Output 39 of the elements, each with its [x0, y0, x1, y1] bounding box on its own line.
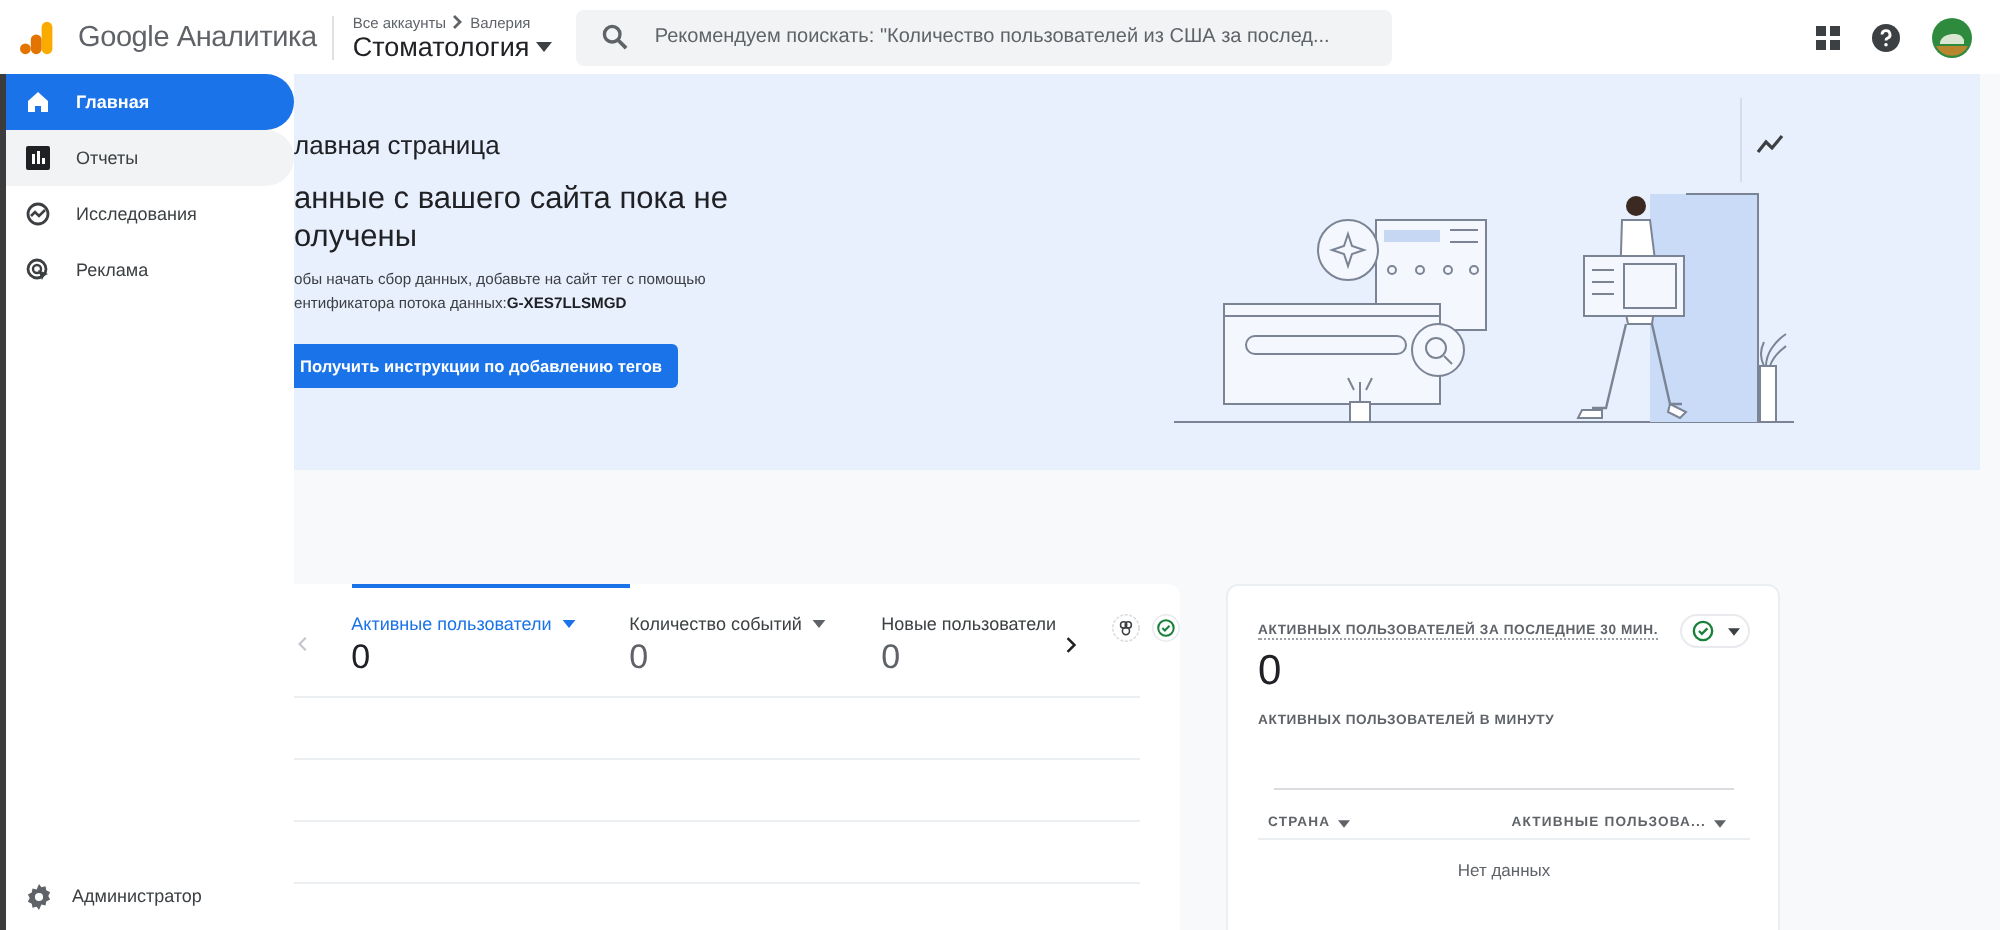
empty-message: Нет данных	[1455, 860, 1553, 880]
chevron-right-icon[interactable]	[1065, 634, 1077, 656]
page-title: лавная страница	[294, 130, 502, 160]
caret-icon	[535, 41, 552, 51]
help-icon[interactable]	[1872, 23, 1900, 51]
chevron-icon	[452, 14, 465, 30]
explore-icon	[26, 202, 50, 226]
check-circle-icon	[1691, 620, 1713, 642]
metric-tab[interactable]: Количество событий 0	[629, 584, 882, 678]
admin-link[interactable]: Администратор	[6, 868, 294, 924]
heading-line: анные с вашего сайта пока не	[294, 180, 730, 218]
bar-chart-icon	[26, 146, 50, 170]
heading-line: олучены	[294, 218, 419, 256]
search-field[interactable]: Рекомендуем поискать: "Количество пользователей из США за послед...	[576, 9, 1393, 65]
caret-icon	[811, 620, 826, 628]
settings-icon	[26, 883, 52, 909]
product-name: Google Аналитика	[78, 21, 317, 53]
trend-icon[interactable]	[1756, 134, 1786, 154]
caret-icon	[561, 620, 576, 628]
metric-tab[interactable]: Новые пользователи 0	[881, 584, 1134, 678]
nav-item[interactable]: Исследования	[6, 186, 294, 242]
tag-instructions-button[interactable]: Получить инструкции по добавлению тегов	[294, 344, 679, 388]
property-selector[interactable]: Стоматология	[352, 31, 559, 61]
status-dropdown[interactable]	[1680, 614, 1750, 648]
caret-icon	[1338, 819, 1351, 827]
nav-item[interactable]: Реклама	[6, 242, 294, 298]
realtime-value: 0	[1258, 650, 1284, 694]
caret-icon	[1727, 627, 1739, 635]
apps-icon[interactable]	[1816, 25, 1840, 49]
nav-item[interactable]: Отчеты	[6, 130, 294, 186]
insights-icon[interactable]	[1112, 610, 1141, 646]
check-circle-icon[interactable]	[1152, 610, 1180, 646]
ads-icon	[26, 258, 50, 282]
avatar-icon[interactable]	[1932, 17, 1972, 57]
caret-icon	[1714, 819, 1726, 827]
logo-icon	[20, 19, 56, 55]
metric-tab[interactable]: Активные пользователи 0	[351, 584, 630, 678]
home-icon	[26, 90, 50, 114]
nav-item[interactable]: Главная	[6, 74, 294, 130]
